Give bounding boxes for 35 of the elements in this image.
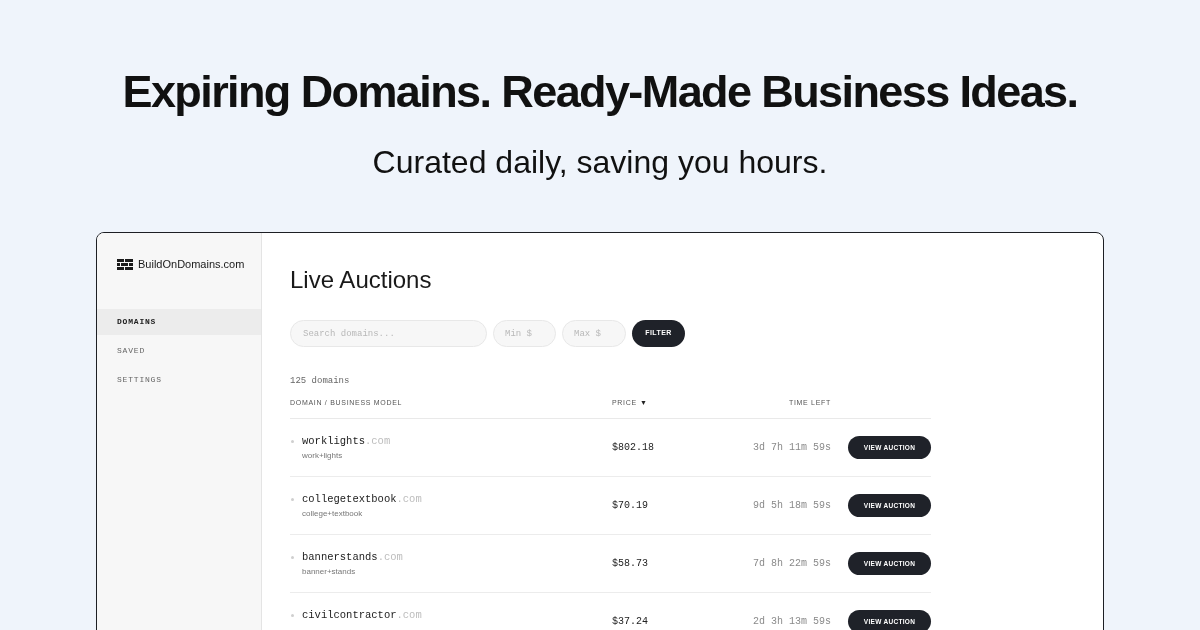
nav-item[interactable]: DOMAINS — [97, 309, 261, 335]
domain-extension: .com — [396, 608, 422, 622]
nav-item[interactable]: SAVED — [97, 338, 261, 364]
domain-extension: .com — [396, 492, 422, 506]
bullet-icon — [291, 440, 294, 443]
domain-extension: .com — [377, 550, 403, 564]
domain-name[interactable]: civilcontractor — [302, 608, 397, 622]
bullet-icon — [291, 614, 294, 617]
business-model: banner+stands — [302, 567, 356, 577]
subheadline: Curated daily, saving you hours. — [372, 143, 828, 181]
business-model: work+lights — [302, 451, 343, 461]
domain-extension: .com — [365, 434, 391, 448]
search-field[interactable]: Search domains... — [290, 320, 487, 347]
bullet-icon — [291, 498, 294, 501]
time-left: 3d 7h 11m 59s — [753, 441, 831, 454]
time-left: 2d 3h 13m 59s — [753, 615, 831, 628]
time-left: 9d 5h 18m 59s — [753, 499, 831, 512]
price: $58.73 — [612, 557, 648, 570]
price: $802.18 — [612, 441, 654, 454]
business-model: college+textbook — [302, 509, 363, 519]
logo-text: BuildOnDomains.com — [138, 257, 245, 271]
max-price-field[interactable]: Max $ — [562, 320, 626, 347]
domain-name[interactable]: collegetextbook — [302, 492, 397, 506]
result-count: 125 domains — [290, 375, 350, 387]
nav-item[interactable]: SETTINGS — [97, 367, 261, 393]
page-title: Live Auctions — [290, 265, 432, 295]
brick-wall-logo-icon — [117, 258, 133, 270]
headline: Expiring Domains. Ready-Made Business Ideas. — [122, 66, 1078, 118]
domain-name[interactable]: bannerstands — [302, 550, 378, 564]
price: $70.19 — [612, 499, 648, 512]
bullet-icon — [291, 556, 294, 559]
domain-name[interactable]: worklights — [302, 434, 365, 448]
time-left: 7d 8h 22m 59s — [753, 557, 831, 570]
min-price-field[interactable]: Min $ — [493, 320, 556, 347]
price: $37.24 — [612, 615, 648, 628]
